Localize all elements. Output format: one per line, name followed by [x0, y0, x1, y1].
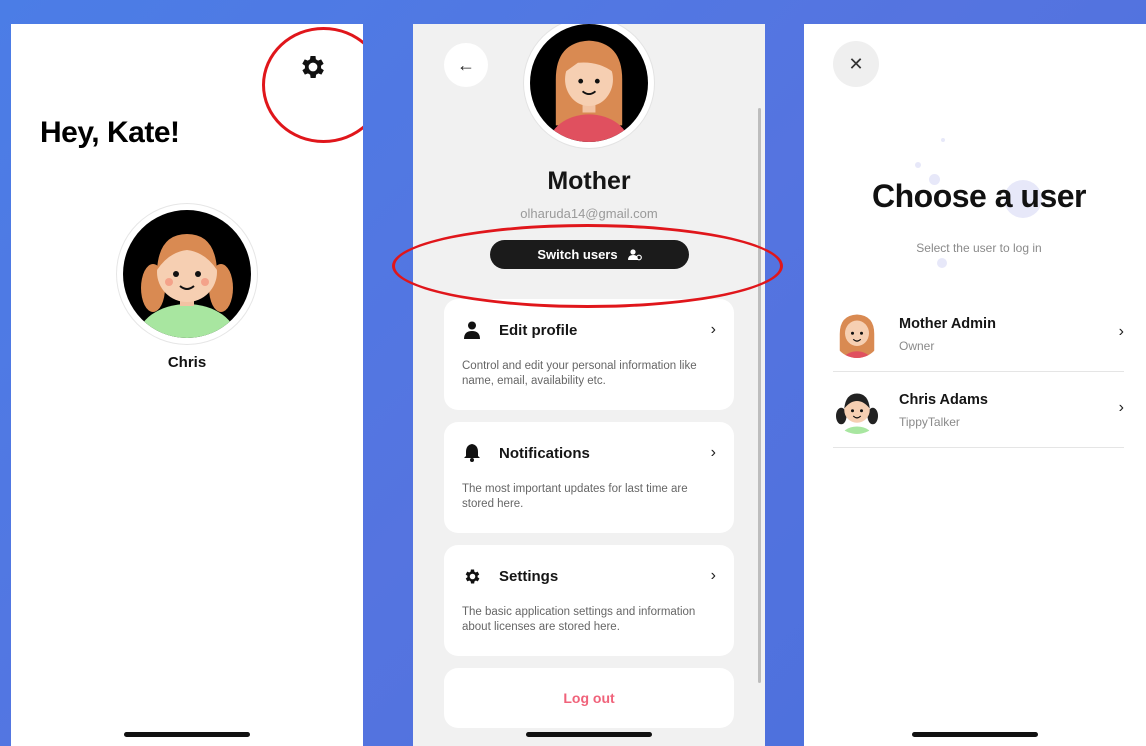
switch-users-button[interactable]: Switch users — [490, 240, 689, 269]
child-avatar-icon — [123, 210, 251, 338]
person-icon — [464, 321, 480, 339]
chevron-right-icon: › — [1118, 323, 1124, 340]
close-icon: ✕ — [848, 53, 864, 74]
profile-name: Mother — [547, 167, 631, 195]
chevron-right-icon: › — [710, 444, 716, 461]
decorative-bubble — [915, 162, 921, 168]
user-row-chris[interactable]: Chris Adams TippyTalker › — [833, 372, 1124, 448]
child-avatar-icon — [833, 386, 881, 434]
notifications-description: The most important updates for last time… — [462, 483, 688, 510]
choose-user-screen: ✕ Choose a user Select the user to log i… — [804, 24, 1146, 746]
user-role: TippyTalker — [899, 415, 960, 429]
home-indicator — [124, 732, 250, 737]
decorative-bubble — [941, 138, 945, 142]
profile-screen: ← Mother olharuda14@gmail.com Switch use… — [413, 24, 765, 746]
decorative-bubble — [937, 258, 947, 268]
chevron-right-icon: › — [1118, 399, 1124, 416]
home-indicator — [912, 732, 1038, 737]
choose-user-subtitle: Select the user to log in — [916, 241, 1042, 255]
edit-profile-card[interactable]: Edit profile › Control and edit your per… — [444, 299, 734, 410]
child-avatar[interactable] — [117, 204, 257, 344]
arrow-left-icon: ← — [457, 54, 475, 75]
settings-card[interactable]: Settings › The basic application setting… — [444, 545, 734, 656]
logout-button[interactable]: Log out — [444, 668, 734, 728]
user-role: Owner — [899, 339, 935, 353]
home-screen: Hey, Kate! Chris — [11, 24, 363, 746]
chevron-right-icon: › — [710, 567, 716, 584]
logout-label: Log out — [563, 690, 615, 706]
bell-icon — [464, 444, 480, 462]
settings-description: The basic application settings and infor… — [462, 606, 696, 633]
gear-icon — [465, 569, 479, 583]
user-switch-icon — [627, 248, 642, 260]
profile-avatar — [524, 24, 654, 148]
greeting-title: Hey, Kate! — [40, 116, 180, 149]
profile-email: olharuda14@gmail.com — [520, 206, 658, 221]
child-name: Chris — [167, 354, 207, 371]
home-indicator — [526, 732, 652, 737]
edit-profile-title: Edit profile — [499, 321, 578, 339]
chris-avatar — [833, 386, 881, 434]
notifications-card[interactable]: Notifications › The most important updat… — [444, 422, 734, 533]
user-name: Mother Admin — [899, 316, 996, 332]
choose-user-title: Choose a user — [871, 178, 1087, 214]
notifications-title: Notifications — [499, 444, 590, 462]
back-button[interactable]: ← — [444, 43, 488, 87]
close-button[interactable]: ✕ — [833, 41, 879, 87]
settings-title: Settings — [499, 567, 559, 585]
mother-avatar-icon — [833, 310, 881, 358]
switch-users-label: Switch users — [537, 247, 618, 262]
mother-avatar-icon — [530, 24, 648, 142]
scrollbar[interactable] — [758, 108, 761, 683]
user-name: Chris Adams — [899, 392, 988, 408]
edit-profile-description: Control and edit your personal informati… — [462, 360, 697, 387]
mother-avatar — [833, 310, 881, 358]
chevron-right-icon: › — [710, 321, 716, 338]
annotation-circle — [262, 27, 363, 143]
user-row-mother[interactable]: Mother Admin Owner › — [833, 296, 1124, 372]
